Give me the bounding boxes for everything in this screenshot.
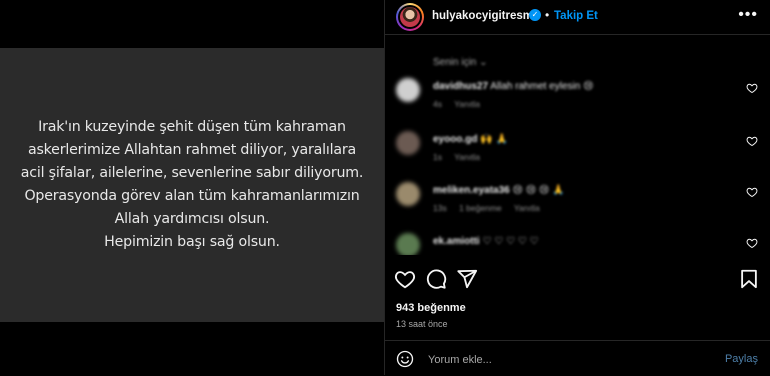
comment-text: eyooo.gd 🙌 🙏 (433, 134, 508, 145)
post-header: hulyakocyigitresmi ✓ • Takip Et ••• (385, 0, 770, 35)
comment-reply-button[interactable]: Yanıtla (514, 203, 540, 213)
comment-item: ek.amiotti ♡ ♡ ♡ ♡ ♡ (385, 233, 770, 255)
comment-body: Allah rahmet eylesin (490, 81, 581, 92)
comment-reply-button[interactable]: Yanıtla (454, 99, 480, 109)
likes-count[interactable]: 943 beğenme (396, 302, 466, 314)
comment-time: 4s (433, 99, 442, 109)
comment-username[interactable]: eyooo.gd (433, 134, 477, 145)
comment-username[interactable]: meliken.eyata36 (433, 185, 510, 196)
avatar-image (398, 5, 422, 29)
verified-badge-icon: ✓ (529, 9, 541, 21)
share-icon[interactable] (456, 268, 478, 290)
post-timestamp[interactable]: 13 saat önce (396, 319, 448, 329)
post-image-card: Irak'ın kuzeyinde şehit düşen tüm kahram… (0, 48, 384, 322)
bookmark-icon[interactable] (738, 268, 760, 290)
comment-icon[interactable] (425, 268, 447, 290)
comment-like-heart-icon[interactable] (746, 82, 758, 94)
comment-meta: 13s 1 beğenme Yanıtla (433, 203, 550, 213)
follow-button[interactable]: Takip Et (554, 10, 598, 22)
post-actions-bar (385, 265, 770, 293)
comment-avatar[interactable] (396, 131, 420, 155)
comment-item: meliken.eyata36 😢 😢 😢 🙏 13s 1 beğenme Ya… (385, 182, 770, 222)
comment-avatar[interactable] (396, 78, 420, 102)
comment-avatar[interactable] (396, 233, 420, 255)
comment-item: davidhus27 Allah rahmet eylesin 😢 4s Yan… (385, 78, 770, 118)
comment-username[interactable]: ek.amiotti (433, 236, 480, 247)
comment-emoji: ♡ ♡ ♡ ♡ ♡ (482, 236, 539, 247)
comment-like-count[interactable]: 1 beğenme (459, 203, 502, 213)
comment-item: eyooo.gd 🙌 🙏 1s Yanıtla (385, 131, 770, 171)
comment-emoji: 😢 😢 😢 🙏 (512, 185, 565, 196)
post-image: Irak'ın kuzeyinde şehit düşen tüm kahram… (0, 0, 384, 375)
comment-reply-button[interactable]: Yanıtla (454, 152, 480, 162)
comment-like-heart-icon[interactable] (746, 135, 758, 147)
comment-text: davidhus27 Allah rahmet eylesin 😢 (433, 81, 594, 92)
comment-emoji: 😢 (583, 81, 594, 92)
comment-time: 13s (433, 203, 447, 213)
comment-text: meliken.eyata36 😢 😢 😢 🙏 (433, 185, 565, 196)
heart-icon[interactable] (394, 268, 416, 290)
comments-section-label: Senin için ⌄ (433, 57, 488, 68)
emoji-icon[interactable] (396, 350, 414, 368)
comment-emoji: 🙌 🙏 (480, 134, 508, 145)
comments-list[interactable]: Senin için ⌄ davidhus27 Allah rahmet eyl… (385, 35, 770, 255)
comment-time: 1s (433, 152, 442, 162)
comment-input[interactable] (426, 349, 710, 371)
header-separator: • (545, 8, 550, 22)
comment-meta: 1s Yanıtla (433, 152, 490, 162)
post-comment-button[interactable]: Paylaş (725, 353, 758, 365)
comment-like-heart-icon[interactable] (746, 186, 758, 198)
add-comment-bar: Paylaş (385, 340, 770, 376)
more-options-icon[interactable]: ••• (738, 6, 758, 24)
comment-avatar[interactable] (396, 182, 420, 206)
comment-like-heart-icon[interactable] (746, 237, 758, 249)
comment-username[interactable]: davidhus27 (433, 81, 488, 92)
comment-text: ek.amiotti ♡ ♡ ♡ ♡ ♡ (433, 236, 538, 247)
post-image-text: Irak'ın kuzeyinde şehit düşen tüm kahram… (20, 119, 364, 250)
username-link[interactable]: hulyakocyigitresmi (432, 10, 536, 22)
comment-meta: 4s Yanıtla (433, 99, 490, 109)
profile-avatar[interactable] (396, 3, 424, 31)
post-side-panel: hulyakocyigitresmi ✓ • Takip Et ••• Seni… (385, 0, 770, 375)
